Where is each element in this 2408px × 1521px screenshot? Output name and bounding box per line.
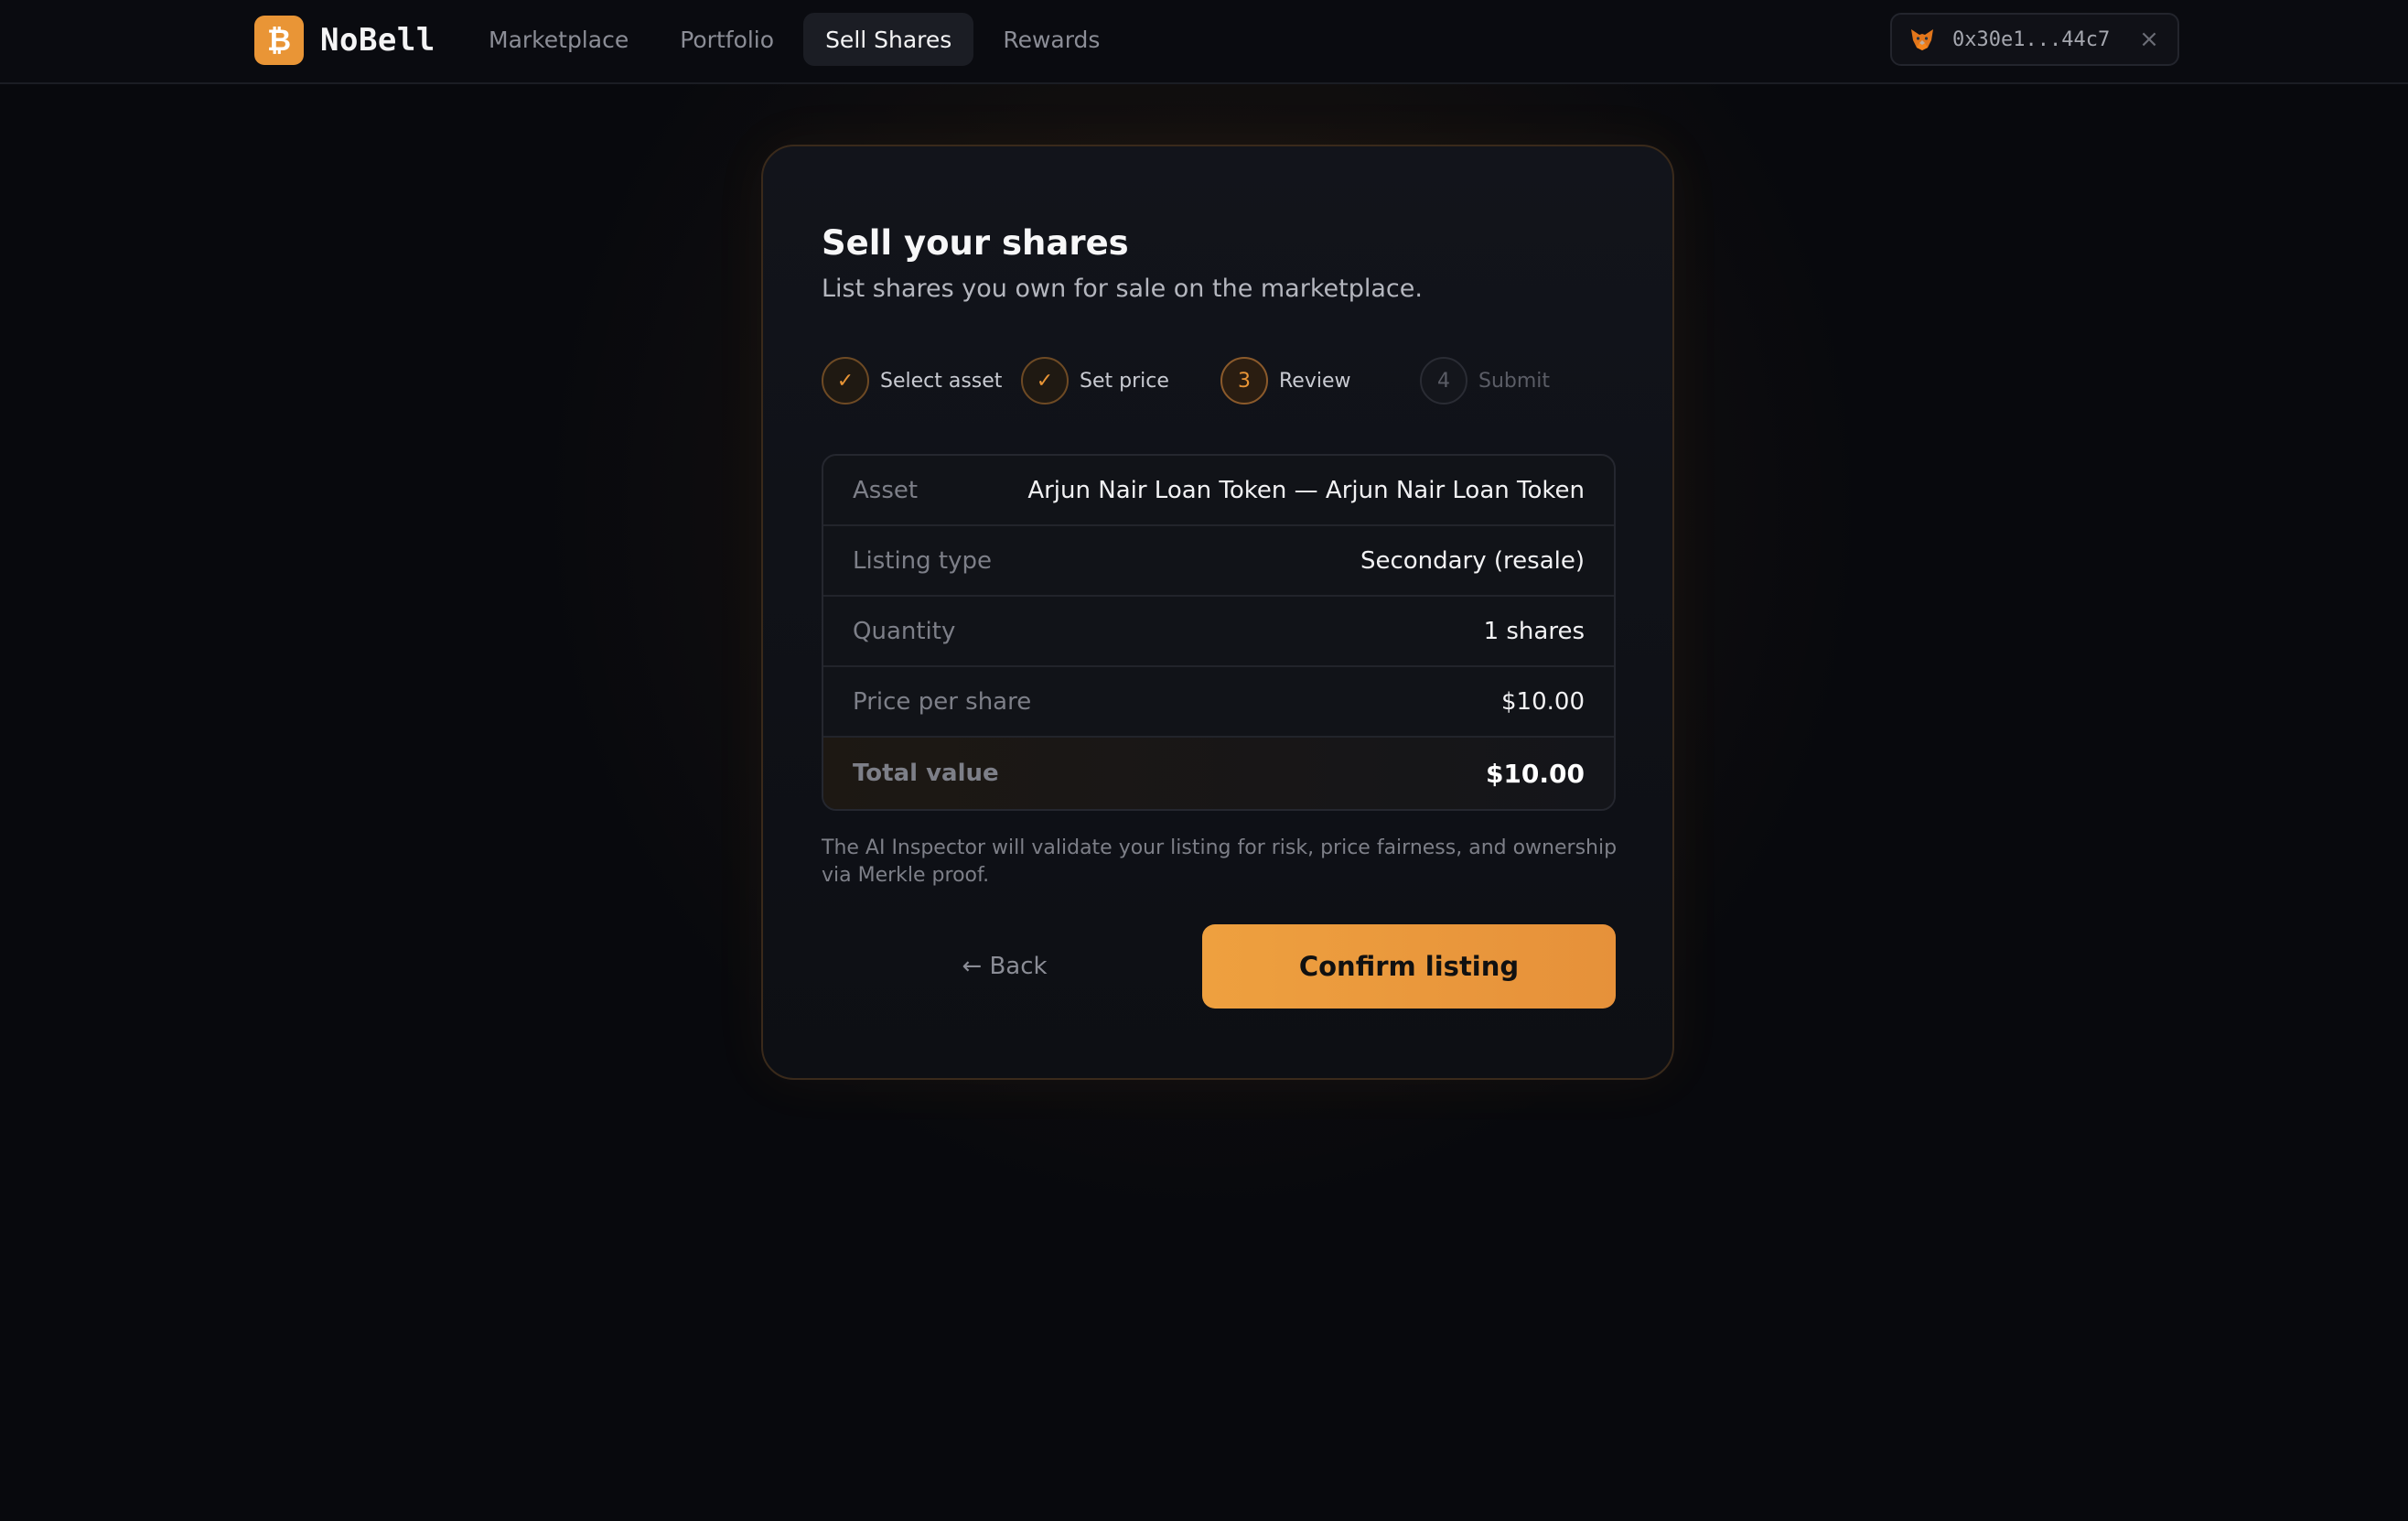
bitcoin-logo-icon: ₿ [254, 16, 304, 65]
summary-row-total-value: Total value $10.00 [823, 738, 1614, 809]
step-submit: 4 Submit [1420, 355, 1550, 406]
nav-links: Marketplace Portfolio Sell Shares Reward… [467, 13, 1129, 66]
step-label: Set price [1080, 369, 1169, 393]
row-label: Total value [853, 760, 999, 787]
row-value: Arjun Nair Loan Token — Arjun Nair Loan … [1027, 476, 1585, 504]
summary-row-listing-type: Listing type Secondary (resale) [823, 526, 1614, 597]
row-value: 1 shares [1483, 617, 1585, 645]
step-review: 3 Review [1220, 355, 1351, 406]
summary-row-quantity: Quantity 1 shares [823, 597, 1614, 667]
step-label: Submit [1478, 369, 1551, 393]
page: ₿ NoBell Marketplace Portfolio Sell Shar… [0, 0, 2408, 1521]
row-label: Asset [853, 476, 919, 504]
check-icon: ✓ [1021, 357, 1069, 405]
ai-inspector-note: The AI Inspector will validate your list… [822, 836, 1618, 887]
confirm-listing-button[interactable]: Confirm listing [1202, 924, 1616, 1009]
wallet-chip[interactable]: 0x30e1...44c7 × [1890, 13, 2179, 66]
wallet-address: 0x30e1...44c7 [1952, 27, 2111, 51]
step-number: 4 [1420, 357, 1467, 405]
step-set-price: ✓ Set price [1021, 355, 1169, 406]
row-label: Listing type [853, 546, 993, 575]
sell-shares-card: Sell your shares List shares you own for… [761, 145, 1674, 1080]
step-label: Review [1279, 369, 1351, 393]
listing-summary-table: Asset Arjun Nair Loan Token — Arjun Nair… [822, 454, 1616, 811]
row-value: Secondary (resale) [1360, 546, 1585, 575]
page-subtitle: List shares you own for sale on the mark… [822, 275, 1423, 303]
brand[interactable]: ₿ NoBell [254, 15, 435, 66]
top-nav: ₿ NoBell Marketplace Portfolio Sell Shar… [0, 0, 2408, 84]
nav-item-rewards[interactable]: Rewards [981, 13, 1122, 66]
close-icon[interactable]: × [2137, 26, 2161, 53]
summary-row-price-per-share: Price per share $10.00 [823, 667, 1614, 738]
stepper: ✓ Select asset ✓ Set price 3 Review 4 Su… [822, 355, 1627, 406]
brand-name: NoBell [320, 22, 435, 59]
row-value: $10.00 [1485, 758, 1585, 789]
step-number: 3 [1220, 357, 1268, 405]
step-label: Select asset [880, 369, 1003, 393]
row-label: Quantity [853, 617, 956, 645]
nav-item-portfolio[interactable]: Portfolio [658, 13, 796, 66]
nav-item-sell-shares[interactable]: Sell Shares [803, 13, 974, 66]
metamask-fox-icon [1908, 27, 1936, 52]
back-button[interactable]: ← Back [822, 924, 1188, 1009]
row-value: $10.00 [1501, 687, 1585, 716]
summary-row-asset: Asset Arjun Nair Loan Token — Arjun Nair… [823, 456, 1614, 526]
check-icon: ✓ [822, 357, 869, 405]
row-label: Price per share [853, 687, 1032, 716]
nav-item-marketplace[interactable]: Marketplace [467, 13, 650, 66]
step-select-asset: ✓ Select asset [822, 355, 1002, 406]
page-title: Sell your shares [822, 223, 1129, 263]
